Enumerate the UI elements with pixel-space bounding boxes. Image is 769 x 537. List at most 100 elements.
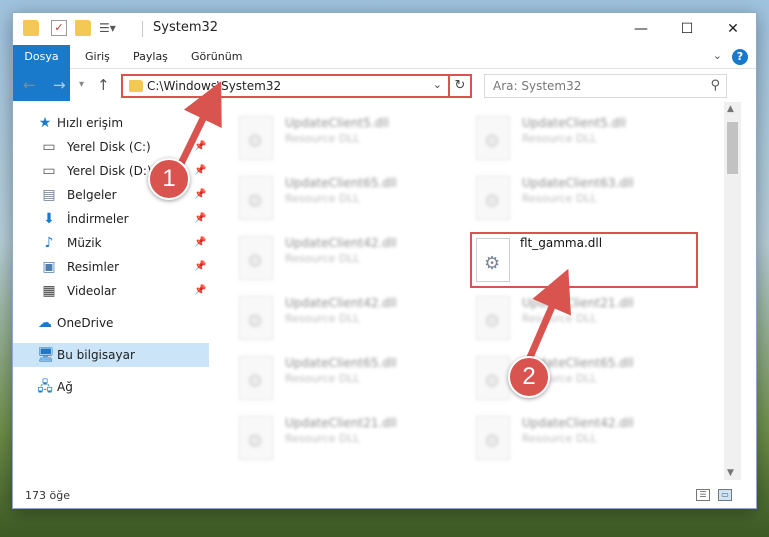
sidebar-item-label: Yerel Disk (C:) — [67, 140, 151, 154]
folder-icon — [129, 80, 143, 92]
pin-icon: 📌 — [194, 141, 207, 152]
sidebar-item-quick-access[interactable]: ★ Hızlı erişim — [13, 111, 209, 135]
videos-icon: ▦ — [42, 283, 56, 299]
customize-quick-access-icon[interactable]: ☰▾ — [99, 20, 116, 36]
file-name: UpdateClient65.dll — [285, 356, 397, 370]
sidebar-item-downloads[interactable]: ⬇ İndirmeler 📌 — [13, 207, 209, 231]
large-icons-view-icon[interactable]: ▭ — [718, 489, 732, 501]
file-type: Resource DLL — [285, 192, 360, 205]
drive-icon: ▭ — [42, 163, 56, 179]
file-name: UpdateClient65.dll — [285, 176, 397, 190]
dll-file-icon — [239, 116, 273, 160]
search-box[interactable]: Ara: System32 ⚲ — [484, 74, 727, 98]
sidebar-item-label: OneDrive — [57, 316, 114, 330]
dll-file-icon — [476, 176, 510, 220]
sidebar-item-label: Resimler — [67, 260, 120, 274]
file-item[interactable]: UpdateClient63.dll Resource DLL — [476, 172, 696, 228]
file-item[interactable]: UpdateClient5.dll Resource DLL — [476, 112, 696, 168]
address-dropdown-icon[interactable]: ⌄ — [433, 78, 442, 91]
file-type: Resource DLL — [285, 432, 360, 445]
expand-ribbon-icon[interactable]: ⌄ — [713, 49, 722, 62]
scroll-thumb[interactable] — [727, 122, 738, 174]
sidebar-item-this-pc[interactable]: 🖥 Bu bilgisayar — [13, 343, 209, 367]
close-icon: ✕ — [727, 20, 739, 37]
computer-icon: 🖥 — [37, 347, 55, 363]
file-type: Resource DLL — [285, 252, 360, 265]
details-view-icon[interactable]: ☰ — [696, 489, 710, 501]
maximize-button[interactable]: ☐ — [664, 13, 710, 44]
close-button[interactable]: ✕ — [710, 13, 756, 44]
dll-file-icon — [239, 296, 273, 340]
file-type: Resource DLL — [285, 372, 360, 385]
ribbon-tabs: Dosya Giriş Paylaş Görünüm ⌄ ? — [13, 45, 756, 101]
documents-icon: ▤ — [42, 187, 56, 203]
file-type: Resource DLL — [285, 312, 360, 325]
sidebar-item-label: Hızlı erişim — [57, 116, 124, 130]
tab-view[interactable]: Görünüm — [191, 45, 242, 69]
sidebar-item-pictures[interactable]: ▣ Resimler 📌 — [13, 255, 209, 279]
status-bar: 173 öğe ☰ ▭ — [13, 483, 756, 509]
file-item[interactable]: UpdateClient42.dll Resource DLL — [239, 292, 459, 348]
sidebar-item-onedrive[interactable]: ☁ OneDrive — [13, 311, 209, 335]
file-item[interactable]: UpdateClient42.dll Resource DLL — [239, 232, 459, 288]
address-bar[interactable]: C:\Windows\System32 ⌄ ↻ — [121, 74, 472, 98]
vertical-scrollbar[interactable]: ▲ ▼ — [724, 102, 741, 480]
sidebar-item-label: Belgeler — [67, 188, 117, 202]
callout-badge-2: 2 — [508, 356, 550, 398]
file-list: UpdateClient5.dll Resource DLL UpdateCli… — [209, 102, 724, 480]
dll-file-icon — [476, 116, 510, 160]
sidebar-item-label: Yerel Disk (D:) — [67, 164, 152, 178]
back-arrow-icon[interactable]: ← — [23, 76, 36, 94]
file-name: UpdateClient42.dll — [285, 296, 397, 310]
pin-icon: 📌 — [194, 261, 207, 272]
file-type: Resource DLL — [522, 432, 597, 445]
file-item[interactable]: UpdateClient21.dll Resource DLL — [239, 412, 459, 468]
file-item[interactable]: UpdateClient5.dll Resource DLL — [239, 112, 459, 168]
new-folder-icon[interactable] — [75, 20, 91, 36]
scroll-down-icon[interactable]: ▼ — [727, 468, 734, 478]
file-name: UpdateClient42.dll — [285, 236, 397, 250]
properties-icon[interactable]: ✓ — [51, 20, 67, 36]
help-icon[interactable]: ? — [732, 49, 748, 65]
explorer-window: ✓ ☰▾ System32 — ☐ ✕ Dosya Giriş Paylaş G… — [12, 12, 757, 509]
downloads-icon: ⬇ — [43, 211, 55, 227]
tab-home[interactable]: Giriş — [85, 45, 110, 69]
dll-file-icon — [476, 356, 510, 400]
file-item[interactable]: UpdateClient42.dll Resource DLL — [476, 412, 696, 468]
sidebar-item-label: Bu bilgisayar — [57, 348, 135, 362]
forward-arrow-icon[interactable]: → — [53, 76, 66, 94]
up-arrow-icon[interactable]: ↑ — [97, 76, 110, 94]
file-item-flt-gamma[interactable]: flt_gamma.dll — [470, 232, 698, 288]
pictures-icon: ▣ — [42, 259, 56, 275]
tab-share[interactable]: Paylaş — [133, 45, 168, 69]
minimize-button[interactable]: — — [618, 13, 664, 44]
music-icon: ♪ — [44, 235, 54, 251]
dll-file-icon — [239, 236, 273, 280]
file-item[interactable]: UpdateClient21.dll Resource DLL — [476, 292, 696, 348]
refresh-icon[interactable]: ↻ — [448, 76, 470, 96]
drive-icon: ▭ — [42, 139, 56, 155]
address-path[interactable]: C:\Windows\System32 — [147, 79, 281, 93]
search-icon[interactable]: ⚲ — [710, 78, 720, 93]
file-item[interactable]: UpdateClient65.dll Resource DLL — [239, 352, 459, 408]
sidebar-item-label: Ağ — [57, 380, 73, 394]
file-name: UpdateClient21.dll — [522, 296, 634, 310]
sidebar-item-network[interactable]: 🖧 Ağ — [13, 375, 209, 399]
scroll-up-icon[interactable]: ▲ — [727, 104, 734, 114]
cloud-icon: ☁ — [38, 315, 52, 331]
navigation-bar: ← → ▾ ↑ C:\Windows\System32 ⌄ ↻ Ara: Sys… — [13, 70, 756, 102]
sidebar-item-music[interactable]: ♪ Müzik 📌 — [13, 231, 209, 255]
file-name: UpdateClient21.dll — [285, 416, 397, 430]
file-name: UpdateClient5.dll — [522, 116, 626, 130]
sidebar-item-drive-c[interactable]: ▭ Yerel Disk (C:) 📌 — [13, 135, 209, 159]
file-name: flt_gamma.dll — [520, 236, 603, 250]
pin-icon: 📌 — [194, 237, 207, 248]
pin-icon: 📌 — [194, 189, 207, 200]
file-item[interactable]: UpdateClient65.dll Resource DLL — [239, 172, 459, 228]
minimize-icon: — — [634, 20, 648, 37]
file-type: Resource DLL — [522, 312, 597, 325]
recent-locations-chevron-icon[interactable]: ▾ — [79, 79, 84, 90]
title-divider — [142, 21, 143, 37]
search-placeholder[interactable]: Ara: System32 — [493, 79, 581, 93]
sidebar-item-videos[interactable]: ▦ Videolar 📌 — [13, 279, 209, 303]
